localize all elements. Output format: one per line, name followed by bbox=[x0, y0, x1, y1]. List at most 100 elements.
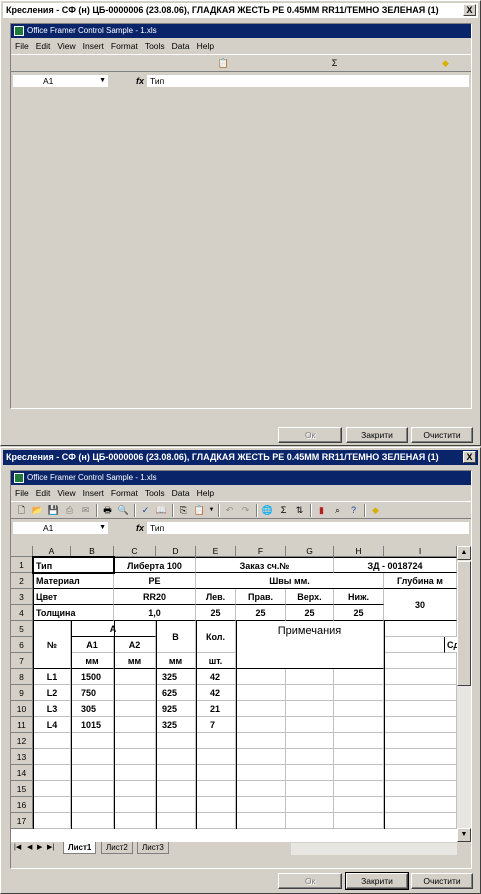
undo-icon[interactable]: ↶ bbox=[222, 503, 237, 517]
row-header-7[interactable]: 7 bbox=[11, 653, 33, 669]
row-header-9[interactable]: 9 bbox=[11, 685, 33, 701]
bottom-window-titlebar[interactable]: Кресления - СФ (н) ЦБ-0000006 (23.08.06)… bbox=[3, 450, 478, 465]
row-header-15[interactable]: 15 bbox=[11, 781, 33, 797]
cell-type-value[interactable]: Либерта 100 bbox=[114, 557, 196, 573]
fill-color-icon[interactable]: ◆ bbox=[438, 56, 453, 70]
grid-cell[interactable] bbox=[156, 765, 196, 781]
column-header-e[interactable]: E bbox=[196, 546, 236, 557]
cell-unit-a2[interactable]: мм bbox=[114, 653, 156, 669]
grid-cell[interactable] bbox=[334, 765, 384, 781]
menu-help[interactable]: Help bbox=[197, 488, 214, 498]
grid-cell[interactable] bbox=[384, 669, 457, 685]
spelling-icon[interactable]: ✓ bbox=[138, 503, 153, 517]
cell-a1-value[interactable]: 305 bbox=[71, 701, 114, 717]
help-icon[interactable]: ? bbox=[346, 503, 361, 517]
grid-cell[interactable] bbox=[196, 781, 236, 797]
grid-cell[interactable] bbox=[334, 669, 384, 685]
paste-icon[interactable]: 📋 bbox=[192, 503, 207, 517]
grid-cell[interactable] bbox=[384, 813, 457, 829]
prev-sheet-icon[interactable]: ◀ bbox=[27, 843, 32, 851]
cell-thickness-label[interactable]: Толщина bbox=[33, 605, 114, 621]
grid-cell[interactable] bbox=[286, 669, 334, 685]
grid-cell[interactable] bbox=[286, 781, 334, 797]
grid-cell[interactable] bbox=[71, 813, 114, 829]
row-header-14[interactable]: 14 bbox=[11, 765, 33, 781]
copy-icon[interactable]: ⎘ bbox=[176, 503, 191, 517]
grid-cell[interactable] bbox=[286, 733, 334, 749]
column-header-h[interactable]: H bbox=[334, 546, 384, 557]
grid-cell[interactable] bbox=[384, 749, 457, 765]
cell-b-value[interactable]: 325 bbox=[156, 717, 196, 733]
grid-cell[interactable] bbox=[114, 797, 156, 813]
cell-a1-header[interactable]: A1 bbox=[71, 637, 114, 653]
cell-material-label[interactable]: Материал bbox=[33, 573, 114, 589]
first-sheet-icon[interactable]: |◀ bbox=[14, 843, 21, 851]
cell-b-value[interactable]: 925 bbox=[156, 701, 196, 717]
new-icon[interactable]: 🗋 bbox=[14, 503, 29, 517]
grid-cell[interactable] bbox=[156, 733, 196, 749]
grid-cell[interactable] bbox=[384, 781, 457, 797]
cell-thickness-value[interactable]: 1,0 bbox=[114, 605, 196, 621]
cell-bottom-value[interactable]: 25 bbox=[334, 605, 384, 621]
row-header-5[interactable]: 5 bbox=[11, 621, 33, 637]
grid-cell[interactable] bbox=[236, 701, 286, 717]
horizontal-scrollbar[interactable] bbox=[291, 842, 457, 855]
cell-order-label[interactable]: Заказ сч.№ bbox=[196, 557, 334, 573]
bottom-clear-button[interactable]: Очистити bbox=[411, 873, 473, 889]
select-all-corner[interactable] bbox=[11, 546, 33, 557]
bottom-ok-button[interactable]: Ок bbox=[278, 873, 342, 889]
tab-sheet2[interactable]: Лист2 bbox=[101, 842, 133, 854]
grid-cell[interactable] bbox=[384, 701, 457, 717]
grid-cell[interactable] bbox=[156, 813, 196, 829]
cell-unit-qty[interactable]: шт. bbox=[196, 653, 236, 669]
last-sheet-icon[interactable]: ▶| bbox=[47, 843, 54, 851]
cell-item-no[interactable]: L1 bbox=[33, 669, 71, 685]
cell-a1-value[interactable]: 1500 bbox=[71, 669, 114, 685]
scroll-down-button[interactable]: ▼ bbox=[457, 828, 471, 842]
grid-cell[interactable] bbox=[236, 765, 286, 781]
grid-cell[interactable] bbox=[196, 813, 236, 829]
grid-cell[interactable] bbox=[236, 749, 286, 765]
cell-color-value[interactable]: RR20 bbox=[114, 589, 196, 605]
grid-cell[interactable] bbox=[236, 717, 286, 733]
row-header-1[interactable]: 1 bbox=[11, 557, 33, 573]
grid-cell[interactable] bbox=[236, 733, 286, 749]
fill-color-icon[interactable]: ◆ bbox=[368, 503, 383, 517]
grid-cell[interactable] bbox=[71, 749, 114, 765]
cell-qty-value[interactable]: 21 bbox=[196, 701, 236, 717]
grid-cell[interactable] bbox=[33, 797, 71, 813]
grid-cell[interactable] bbox=[33, 733, 71, 749]
menu-tools[interactable]: Tools bbox=[145, 41, 165, 51]
cell-top-value[interactable]: 25 bbox=[286, 605, 334, 621]
cell-right-value[interactable]: 25 bbox=[236, 605, 286, 621]
grid-cell[interactable] bbox=[286, 765, 334, 781]
grid-cell[interactable] bbox=[196, 733, 236, 749]
cell-depth-value[interactable]: 30 bbox=[384, 589, 457, 621]
grid-cell[interactable] bbox=[236, 781, 286, 797]
top-formula-input[interactable]: Тип bbox=[147, 75, 469, 87]
grid-cell[interactable] bbox=[286, 701, 334, 717]
permission-icon[interactable]: ⎙ bbox=[62, 503, 77, 517]
grid-cell[interactable] bbox=[334, 781, 384, 797]
print-preview-icon[interactable]: 🔍 bbox=[116, 503, 131, 517]
menu-view[interactable]: View bbox=[57, 488, 75, 498]
cell-sd-header[interactable]: Сд bbox=[444, 637, 457, 653]
cell-item-no[interactable]: L4 bbox=[33, 717, 71, 733]
grid-cell[interactable] bbox=[156, 781, 196, 797]
grid-cell[interactable] bbox=[334, 701, 384, 717]
email-icon[interactable]: ✉ bbox=[78, 503, 93, 517]
row-header-11[interactable]: 11 bbox=[11, 717, 33, 733]
top-close-button[interactable]: X bbox=[463, 4, 476, 16]
cell-right-label[interactable]: Прав. bbox=[236, 589, 286, 605]
grid-cell[interactable] bbox=[334, 797, 384, 813]
row-header-16[interactable]: 16 bbox=[11, 797, 33, 813]
grid-cell[interactable] bbox=[33, 781, 71, 797]
grid-cell[interactable] bbox=[33, 813, 71, 829]
grid-cell[interactable] bbox=[286, 685, 334, 701]
grid-cell[interactable] bbox=[156, 749, 196, 765]
grid-cell[interactable] bbox=[384, 653, 457, 669]
grid-cell[interactable] bbox=[236, 669, 286, 685]
menu-edit[interactable]: Edit bbox=[36, 41, 51, 51]
grid-cell[interactable] bbox=[286, 797, 334, 813]
cell-qty-header[interactable]: Кол. bbox=[196, 621, 236, 653]
